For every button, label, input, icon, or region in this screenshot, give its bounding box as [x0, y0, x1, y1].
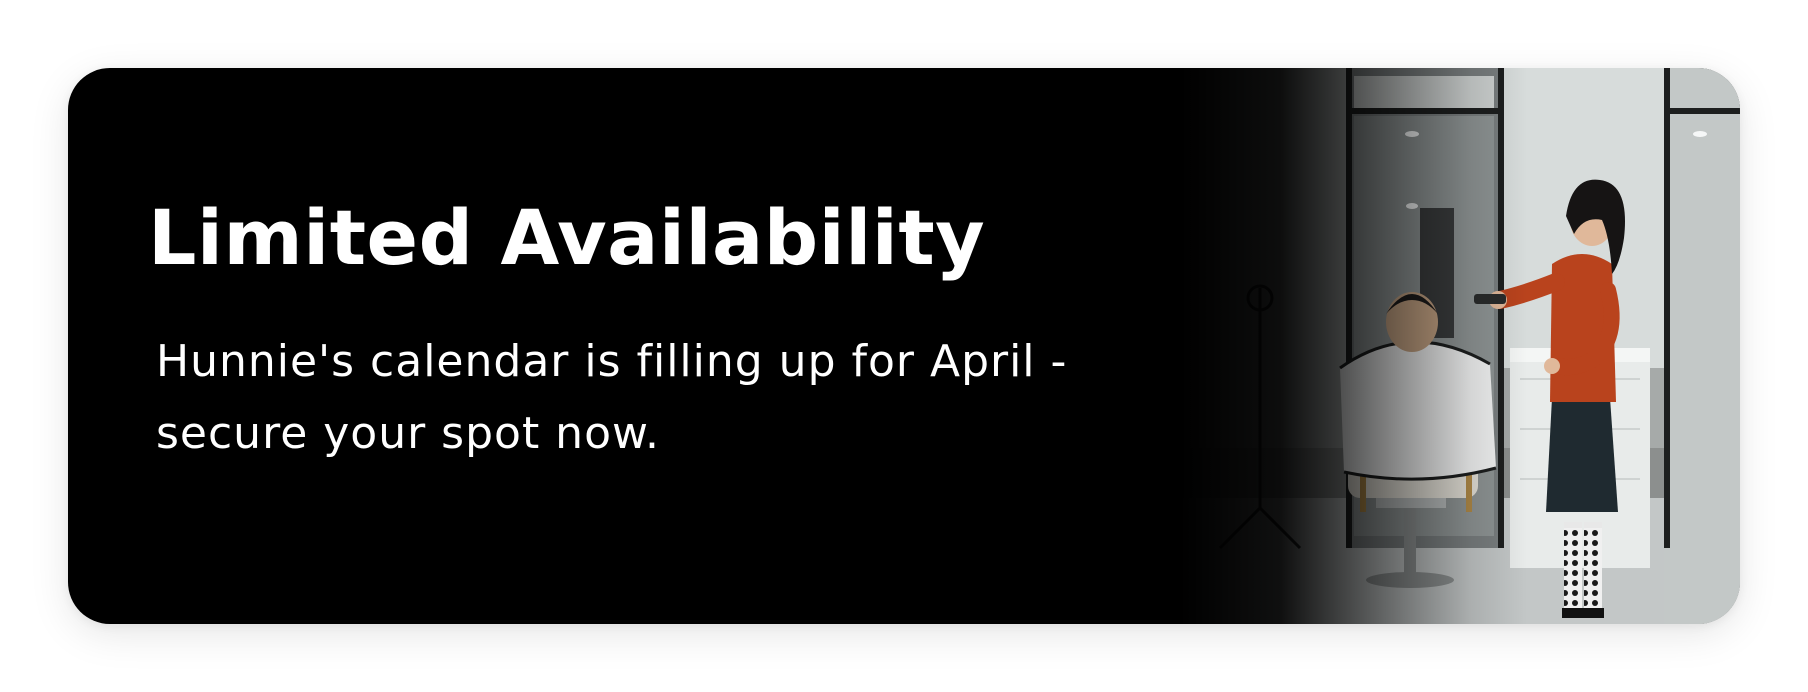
salon-photo-illustration [1180, 68, 1740, 624]
limited-availability-banner: Limited Availability Hunnie's calendar i… [68, 68, 1740, 624]
salon-photo [1180, 68, 1740, 624]
page: Limited Availability Hunnie's calendar i… [0, 0, 1808, 692]
banner-title: Limited Availability [148, 193, 986, 282]
banner-subtitle: Hunnie's calendar is filling up for Apri… [156, 336, 1068, 459]
